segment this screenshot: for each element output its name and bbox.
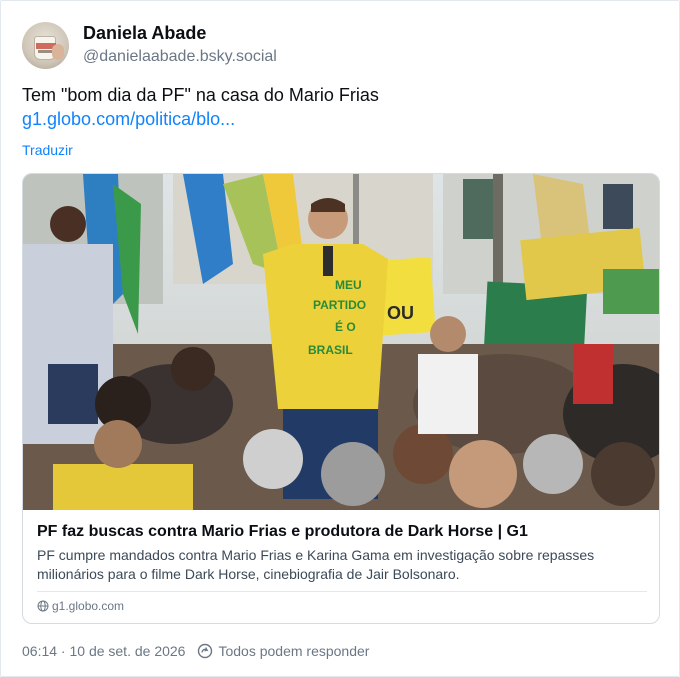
post-header: Daniela Abade @danielaabade.bsky.social: [22, 21, 277, 69]
preview-divider: [37, 591, 647, 592]
translate-link[interactable]: Traduzir: [22, 141, 73, 159]
shirt-text-1: MEU: [335, 278, 362, 292]
reply-settings-icon: [198, 643, 213, 659]
globe-icon: [37, 600, 49, 612]
shirt-text-2: PARTIDO: [313, 298, 366, 312]
author-names: Daniela Abade @danielaabade.bsky.social: [83, 22, 277, 68]
sign-text-ou: OU: [387, 303, 414, 323]
post-footer: 06:14 · 10 de set. de 2026 Todos podem r…: [22, 643, 369, 659]
preview-domain: g1.globo.com: [37, 599, 124, 613]
avatar[interactable]: [22, 21, 69, 69]
preview-thumbnail: OU MEU PARTIDO É O BRASIL: [23, 174, 659, 510]
author-display-name[interactable]: Daniela Abade: [83, 22, 277, 44]
shirt-text-4: BRASIL: [308, 343, 353, 357]
link-preview-card[interactable]: OU MEU PARTIDO É O BRASIL PF faz buscas …: [22, 173, 660, 624]
preview-description: PF cumpre mandados contra Mario Frias e …: [37, 547, 595, 582]
post-text: Tem "bom dia da PF" na casa do Mario Fri…: [22, 85, 379, 105]
post-card: Daniela Abade @danielaabade.bsky.social …: [0, 0, 680, 677]
preview-domain-text: g1.globo.com: [52, 599, 125, 613]
reply-settings-label[interactable]: Todos podem responder: [218, 643, 369, 659]
post-link[interactable]: g1.globo.com/politica/blo...: [22, 107, 235, 131]
shirt-text-3: É O: [335, 319, 356, 334]
author-handle[interactable]: @danielaabade.bsky.social: [83, 46, 277, 68]
preview-title[interactable]: PF faz buscas contra Mario Frias e produ…: [37, 522, 528, 542]
post-timestamp[interactable]: 06:14 · 10 de set. de 2026: [22, 643, 185, 659]
